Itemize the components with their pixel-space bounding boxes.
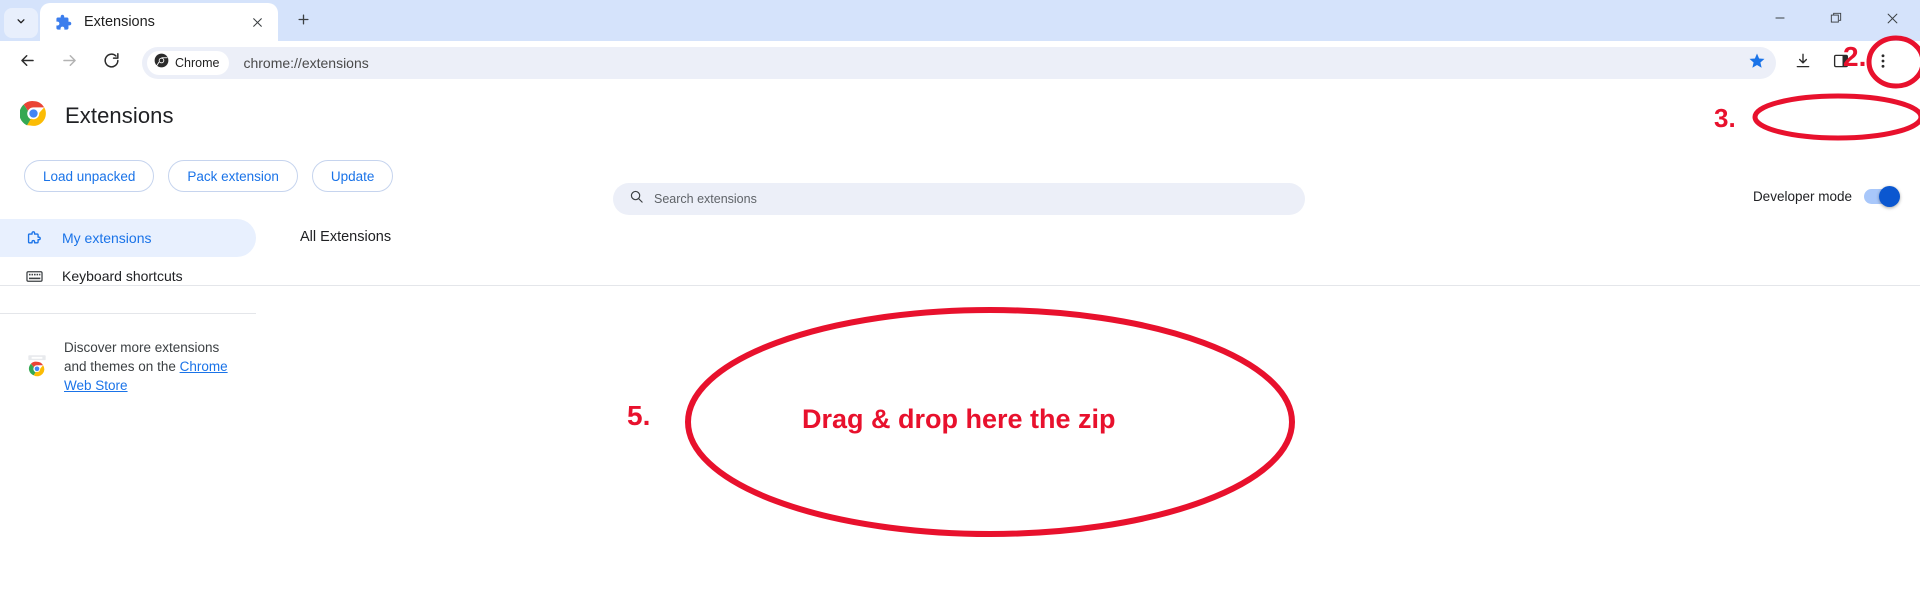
close-icon bbox=[1885, 11, 1900, 31]
arrow-right-icon bbox=[60, 51, 79, 75]
sidebar-item-label: My extensions bbox=[62, 230, 152, 246]
forward-button bbox=[51, 45, 87, 81]
search-input[interactable] bbox=[654, 192, 1263, 206]
extensions-sidebar: My extensions Keyboard shortcuts Discove… bbox=[0, 205, 256, 395]
maximize-button[interactable] bbox=[1808, 0, 1864, 41]
three-dot-menu-button[interactable] bbox=[1866, 46, 1900, 80]
omnibox-actions bbox=[1748, 47, 1766, 79]
maximize-icon bbox=[1829, 11, 1843, 30]
section-title-all-extensions: All Extensions bbox=[300, 229, 392, 245]
sidebar-item-label: Keyboard shortcuts bbox=[62, 268, 183, 284]
window-controls bbox=[1752, 0, 1920, 41]
toggle-knob bbox=[1879, 186, 1900, 207]
keyboard-icon bbox=[24, 267, 44, 286]
arrow-left-icon bbox=[18, 51, 37, 75]
tab-close-button[interactable] bbox=[246, 11, 268, 33]
omnibox-chrome-chip: Chrome bbox=[147, 51, 230, 75]
chevron-down-icon bbox=[14, 14, 28, 33]
extensions-page: Extensions Developer mode Load unpacked … bbox=[0, 85, 1920, 608]
close-button[interactable] bbox=[1864, 0, 1920, 41]
plus-icon bbox=[296, 12, 311, 32]
annotation-drop-text: Drag & drop here the zip bbox=[802, 404, 1116, 434]
browser-toolbar: Chrome chrome://extensions bbox=[0, 41, 1920, 85]
three-dot-menu-icon bbox=[1874, 52, 1892, 75]
tab-strip: Extensions bbox=[0, 0, 1920, 41]
tab-search-button[interactable] bbox=[4, 8, 38, 38]
discover-more-extensions: Discover more extensions and themes on t… bbox=[0, 314, 256, 395]
update-button[interactable]: Update bbox=[311, 160, 394, 192]
minimize-button[interactable] bbox=[1752, 0, 1808, 41]
chrome-web-store-icon bbox=[24, 352, 50, 383]
pack-extension-button[interactable]: Pack extension bbox=[168, 160, 298, 192]
browser-window: Extensions Chrome chrome://extensions Ex… bbox=[0, 0, 1920, 608]
extensions-content: All Extensions bbox=[256, 205, 1920, 395]
download-icon bbox=[1794, 52, 1812, 75]
developer-mode-toggle[interactable] bbox=[1864, 186, 1900, 207]
puzzle-piece-icon bbox=[54, 13, 72, 31]
reload-icon bbox=[102, 51, 121, 75]
reload-button[interactable] bbox=[93, 45, 129, 81]
new-tab-button[interactable] bbox=[286, 7, 320, 37]
omnibox-url-text: chrome://extensions bbox=[243, 55, 369, 71]
chrome-logo-icon bbox=[19, 100, 47, 132]
address-bar[interactable]: Chrome chrome://extensions bbox=[142, 47, 1776, 79]
brand: Extensions bbox=[19, 100, 174, 132]
sidebar-item-keyboard-shortcuts[interactable]: Keyboard shortcuts bbox=[0, 257, 256, 295]
tab-title: Extensions bbox=[84, 14, 155, 30]
downloads-button[interactable] bbox=[1786, 46, 1820, 80]
annotation-step-3: 3. bbox=[1714, 103, 1736, 133]
developer-mode-label: Developer mode bbox=[1752, 189, 1852, 204]
page-title: Extensions bbox=[65, 103, 174, 128]
page-body: My extensions Keyboard shortcuts Discove… bbox=[0, 205, 1920, 395]
discover-text: Discover more extensions and themes on t… bbox=[64, 338, 238, 395]
puzzle-piece-icon bbox=[24, 229, 44, 248]
chrome-logo-icon bbox=[154, 53, 169, 73]
omnibox-chip-label: Chrome bbox=[175, 56, 220, 70]
sidebar-item-my-extensions[interactable]: My extensions bbox=[0, 219, 256, 257]
tab-extensions[interactable]: Extensions bbox=[40, 3, 278, 41]
star-icon[interactable] bbox=[1748, 52, 1766, 75]
annotation-step-2: 2. bbox=[1843, 41, 1867, 72]
back-button[interactable] bbox=[9, 45, 45, 81]
developer-mode-control: Developer mode bbox=[1752, 186, 1900, 207]
page-header: Extensions bbox=[0, 85, 1920, 147]
load-unpacked-button[interactable]: Load unpacked bbox=[24, 160, 155, 192]
annotation-step-5: 5. bbox=[627, 400, 651, 431]
minimize-icon bbox=[1773, 11, 1787, 30]
